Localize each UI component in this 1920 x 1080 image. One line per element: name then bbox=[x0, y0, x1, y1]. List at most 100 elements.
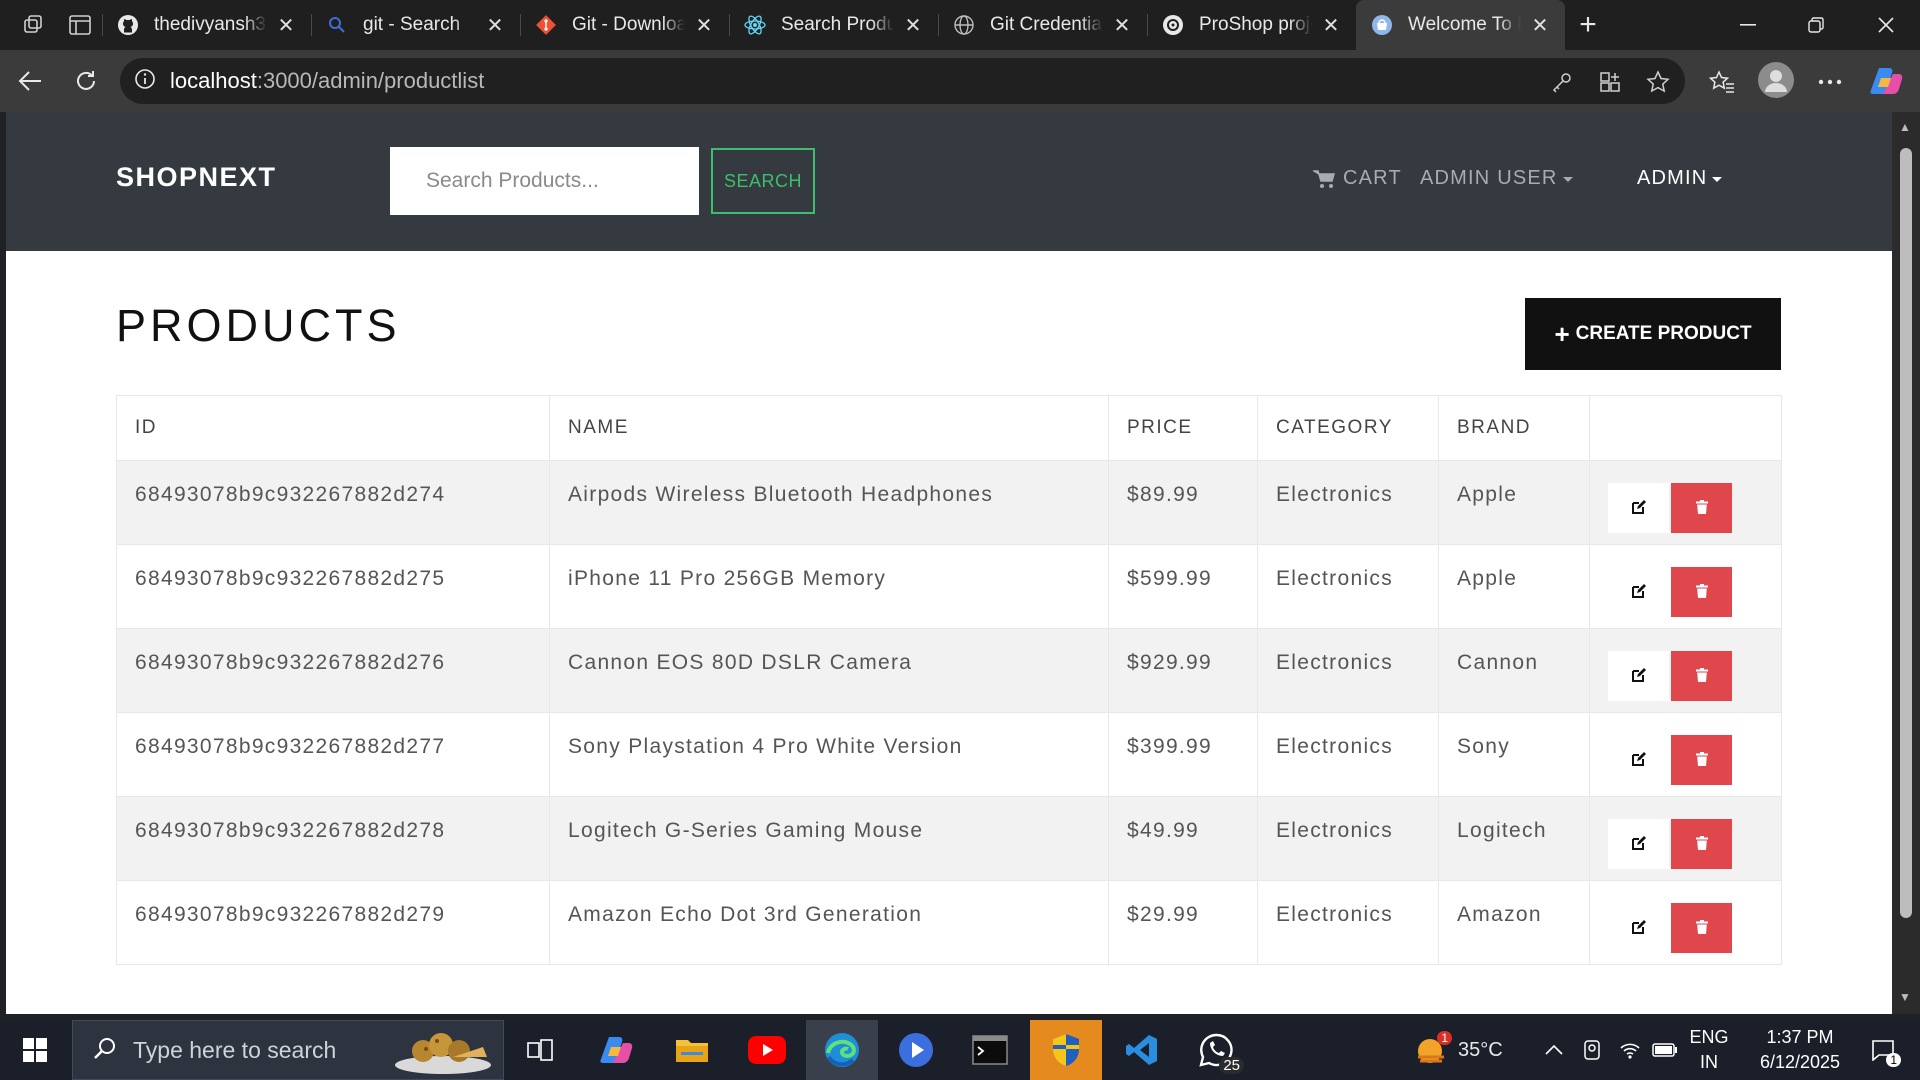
minimize-window-button[interactable] bbox=[1714, 0, 1782, 50]
system-clock[interactable]: 1:37 PM 6/12/2025 bbox=[1752, 1025, 1848, 1075]
browser-tab-git-search[interactable]: git - Search ✕ bbox=[311, 0, 520, 50]
edit-product-button[interactable] bbox=[1608, 483, 1669, 533]
table-row: 68493078b9c932267882d276 Cannon EOS 80D … bbox=[116, 628, 1782, 713]
search-input[interactable] bbox=[390, 147, 699, 215]
close-tab-icon[interactable]: ✕ bbox=[902, 14, 924, 37]
notification-center-icon[interactable]: 1 bbox=[1858, 1020, 1908, 1080]
workspaces-icon[interactable] bbox=[12, 0, 56, 50]
tab-separator bbox=[938, 14, 939, 36]
language-indicator[interactable]: ENG IN bbox=[1689, 1025, 1729, 1075]
delete-product-button[interactable] bbox=[1671, 567, 1732, 617]
search-icon bbox=[93, 1036, 117, 1065]
address-bar[interactable]: localhost:3000/admin/productlist bbox=[120, 58, 1685, 104]
admin-menu-dropdown[interactable]: ADMIN bbox=[1637, 167, 1723, 190]
product-category: Electronics bbox=[1257, 796, 1439, 881]
url-text: localhost:3000/admin/productlist bbox=[170, 68, 484, 94]
tab-title: Git Credential Manager bbox=[990, 14, 1103, 35]
scrollbar-thumb[interactable] bbox=[1900, 148, 1912, 918]
region-code: IN bbox=[1700, 1052, 1718, 1072]
copilot-icon[interactable] bbox=[1866, 61, 1906, 101]
edit-product-button[interactable] bbox=[1608, 903, 1669, 953]
product-category: Electronics bbox=[1257, 460, 1439, 545]
nav-cart-link[interactable]: CART bbox=[1313, 167, 1402, 190]
product-brand: Apple bbox=[1438, 460, 1590, 545]
close-window-button[interactable] bbox=[1852, 0, 1920, 50]
product-price: $599.99 bbox=[1108, 544, 1258, 629]
favorites-icon[interactable] bbox=[1702, 62, 1742, 102]
windows-start-button[interactable] bbox=[12, 1030, 58, 1070]
whatsapp-icon[interactable]: 25 bbox=[1180, 1020, 1252, 1080]
page-scrollbar[interactable]: ▲ ▼ bbox=[1892, 112, 1920, 1014]
edit-product-button[interactable] bbox=[1608, 819, 1669, 869]
close-tab-icon[interactable]: ✕ bbox=[275, 14, 297, 37]
weather-widget[interactable]: 1 35°C bbox=[1414, 1020, 1503, 1080]
battery-icon[interactable] bbox=[1652, 1020, 1678, 1080]
delete-product-button[interactable] bbox=[1671, 903, 1732, 953]
edit-product-button[interactable] bbox=[1608, 567, 1669, 617]
delete-product-button[interactable] bbox=[1671, 735, 1732, 785]
cart-label: CART bbox=[1343, 167, 1402, 189]
browser-tab-git-downloads[interactable]: Git - Downloads ✕ bbox=[520, 0, 729, 50]
tab-separator bbox=[1147, 14, 1148, 36]
user-menu-dropdown[interactable]: ADMIN USER bbox=[1420, 167, 1573, 190]
close-tab-icon[interactable]: ✕ bbox=[1320, 14, 1342, 37]
youtube-icon[interactable] bbox=[731, 1020, 803, 1080]
media-player-icon[interactable] bbox=[880, 1020, 952, 1080]
create-product-button[interactable]: + CREATE PRODUCT bbox=[1525, 298, 1781, 370]
edit-product-button[interactable] bbox=[1608, 735, 1669, 785]
task-view-icon[interactable] bbox=[504, 1020, 576, 1080]
column-header-price: PRICE bbox=[1108, 395, 1258, 461]
product-category: Electronics bbox=[1257, 544, 1439, 629]
wifi-icon[interactable] bbox=[1618, 1020, 1642, 1080]
weather-badge: 1 bbox=[1437, 1031, 1452, 1045]
more-options-icon[interactable] bbox=[1810, 62, 1850, 102]
close-tab-icon[interactable]: ✕ bbox=[1529, 14, 1551, 37]
info-icon[interactable] bbox=[134, 68, 156, 95]
close-tab-icon[interactable]: ✕ bbox=[484, 14, 506, 37]
edge-browser-icon[interactable] bbox=[806, 1020, 878, 1080]
tab-title: thedivyansh31 bbox=[154, 14, 267, 35]
apps-icon[interactable] bbox=[1596, 68, 1624, 96]
browser-tab-search-products[interactable]: Search Products ✕ bbox=[729, 0, 938, 50]
terminal-icon[interactable] bbox=[954, 1020, 1026, 1080]
temperature-text: 35°C bbox=[1458, 1038, 1503, 1061]
scroll-down-arrow-icon[interactable]: ▼ bbox=[1899, 990, 1911, 1004]
restore-window-button[interactable] bbox=[1782, 0, 1850, 50]
edit-icon bbox=[1631, 751, 1647, 770]
taskbar-search-box[interactable]: Type here to search bbox=[72, 1020, 504, 1080]
product-brand: Amazon bbox=[1438, 880, 1590, 965]
browser-tab-git-credential[interactable]: Git Credential Manager ✕ bbox=[938, 0, 1147, 50]
tab-actions-icon[interactable] bbox=[58, 0, 102, 50]
edit-icon bbox=[1631, 835, 1647, 854]
vscode-icon[interactable] bbox=[1106, 1020, 1178, 1080]
favorite-star-icon[interactable] bbox=[1644, 68, 1672, 96]
meet-now-icon[interactable] bbox=[1582, 1020, 1602, 1080]
refresh-button[interactable] bbox=[58, 53, 114, 109]
delete-product-button[interactable] bbox=[1671, 483, 1732, 533]
delete-product-button[interactable] bbox=[1671, 819, 1732, 869]
key-icon[interactable] bbox=[1548, 68, 1576, 96]
show-hidden-icons-chevron-up-icon[interactable] bbox=[1545, 1020, 1563, 1080]
tab-title: Git - Downloads bbox=[572, 14, 685, 35]
scroll-up-arrow-icon[interactable]: ▲ bbox=[1899, 120, 1911, 134]
search-icon bbox=[325, 13, 349, 37]
copilot-app-icon[interactable] bbox=[580, 1020, 652, 1080]
file-explorer-icon[interactable] bbox=[656, 1020, 728, 1080]
search-button[interactable]: SEARCH bbox=[711, 148, 815, 214]
security-shield-icon[interactable] bbox=[1030, 1020, 1102, 1080]
edit-product-button[interactable] bbox=[1608, 651, 1669, 701]
site-brand[interactable]: SHOPNEXT bbox=[116, 162, 277, 193]
product-id: 68493078b9c932267882d274 bbox=[116, 460, 550, 545]
browser-tab-proshop-project[interactable]: ProShop project ✕ bbox=[1147, 0, 1356, 50]
browser-tab-github[interactable]: thedivyansh31 ✕ bbox=[102, 0, 311, 50]
close-tab-icon[interactable]: ✕ bbox=[1111, 14, 1133, 37]
profile-avatar[interactable] bbox=[1756, 60, 1796, 100]
product-id: 68493078b9c932267882d279 bbox=[116, 880, 550, 965]
product-price: $49.99 bbox=[1108, 796, 1258, 881]
new-tab-button[interactable]: + bbox=[1565, 0, 1611, 50]
product-price: $929.99 bbox=[1108, 628, 1258, 713]
browser-tab-welcome[interactable]: Welcome To ProShop ✕ bbox=[1356, 0, 1565, 50]
close-tab-icon[interactable]: ✕ bbox=[693, 14, 715, 37]
back-button[interactable] bbox=[2, 53, 58, 109]
delete-product-button[interactable] bbox=[1671, 651, 1732, 701]
